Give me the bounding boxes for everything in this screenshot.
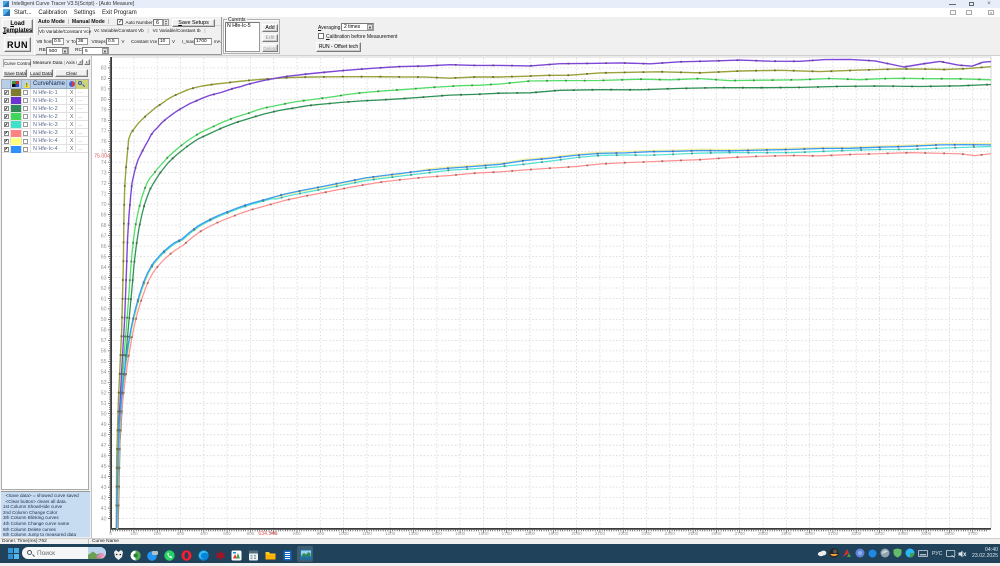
svg-text:2500: 2500 [688, 531, 699, 536]
svg-text:53: 53 [101, 380, 107, 386]
svg-text:3600: 3600 [944, 531, 955, 536]
svg-text:44: 44 [101, 474, 107, 480]
svg-text:0: 0 [109, 531, 112, 536]
svg-text:41: 41 [101, 506, 107, 512]
svg-text:65: 65 [101, 254, 107, 260]
svg-text:40: 40 [101, 516, 107, 522]
svg-text:800: 800 [293, 531, 301, 536]
svg-text:3000: 3000 [804, 531, 815, 536]
svg-text:73: 73 [101, 171, 107, 177]
svg-text:3300: 3300 [874, 531, 885, 536]
svg-text:2600: 2600 [711, 531, 722, 536]
svg-text:300: 300 [177, 531, 185, 536]
svg-text:50: 50 [101, 412, 107, 418]
svg-text:58: 58 [101, 328, 107, 334]
svg-text:2900: 2900 [781, 531, 792, 536]
svg-text:45: 45 [101, 464, 107, 470]
svg-text:47: 47 [101, 443, 107, 449]
svg-text:100: 100 [130, 531, 138, 536]
svg-text:69: 69 [101, 212, 107, 218]
svg-text:1600: 1600 [478, 531, 489, 536]
svg-text:48: 48 [101, 433, 107, 439]
svg-text:63: 63 [101, 275, 107, 281]
svg-text:79: 79 [101, 108, 107, 114]
svg-text:3400: 3400 [898, 531, 909, 536]
svg-text:66: 66 [101, 244, 107, 250]
svg-text:77: 77 [101, 129, 107, 135]
svg-text:51: 51 [101, 401, 107, 407]
svg-text:49: 49 [101, 422, 107, 428]
svg-text:43: 43 [101, 485, 107, 491]
svg-text:3700: 3700 [968, 531, 979, 536]
svg-text:72: 72 [101, 181, 107, 187]
svg-text:1700: 1700 [502, 531, 513, 536]
svg-text:2700: 2700 [735, 531, 746, 536]
svg-text:81: 81 [101, 87, 107, 93]
svg-text:54: 54 [101, 370, 107, 376]
svg-text:67: 67 [101, 233, 107, 239]
svg-text:1400: 1400 [432, 531, 443, 536]
svg-text:634.546: 634.546 [258, 531, 277, 537]
svg-text:78: 78 [101, 118, 107, 124]
svg-text:600: 600 [247, 531, 255, 536]
svg-text:1200: 1200 [385, 531, 396, 536]
svg-text:2000: 2000 [571, 531, 582, 536]
svg-text:56: 56 [101, 349, 107, 355]
svg-text:55: 55 [101, 359, 107, 365]
svg-text:2800: 2800 [758, 531, 769, 536]
svg-text:61: 61 [101, 296, 107, 302]
svg-text:400: 400 [200, 531, 208, 536]
svg-text:2100: 2100 [595, 531, 606, 536]
svg-text:74: 74 [101, 160, 107, 166]
svg-text:64: 64 [101, 265, 107, 271]
svg-text:62: 62 [101, 286, 107, 292]
svg-text:75.004: 75.004 [94, 154, 110, 160]
svg-text:83: 83 [101, 66, 107, 72]
svg-text:76: 76 [101, 139, 107, 145]
svg-text:200: 200 [153, 531, 161, 536]
svg-text:1300: 1300 [408, 531, 419, 536]
svg-text:60: 60 [101, 307, 107, 313]
svg-text:900: 900 [316, 531, 324, 536]
svg-text:500: 500 [223, 531, 231, 536]
svg-text:46: 46 [101, 453, 107, 459]
svg-text:42: 42 [101, 495, 107, 501]
svg-text:68: 68 [101, 223, 107, 229]
svg-text:1500: 1500 [455, 531, 466, 536]
svg-text:59: 59 [101, 317, 107, 323]
svg-text:1000: 1000 [338, 531, 349, 536]
svg-text:3100: 3100 [828, 531, 839, 536]
svg-text:57: 57 [101, 338, 107, 344]
svg-text:71: 71 [101, 191, 107, 197]
svg-text:1800: 1800 [525, 531, 536, 536]
svg-text:1900: 1900 [548, 531, 559, 536]
svg-text:52: 52 [101, 391, 107, 397]
svg-text:3200: 3200 [851, 531, 862, 536]
svg-text:2400: 2400 [665, 531, 676, 536]
svg-text:3500: 3500 [921, 531, 932, 536]
svg-text:70: 70 [101, 202, 107, 208]
svg-text:2300: 2300 [641, 531, 652, 536]
svg-text:82: 82 [101, 76, 107, 82]
svg-text:80: 80 [101, 97, 107, 103]
svg-text:1100: 1100 [362, 531, 372, 536]
svg-text:2200: 2200 [618, 531, 629, 536]
